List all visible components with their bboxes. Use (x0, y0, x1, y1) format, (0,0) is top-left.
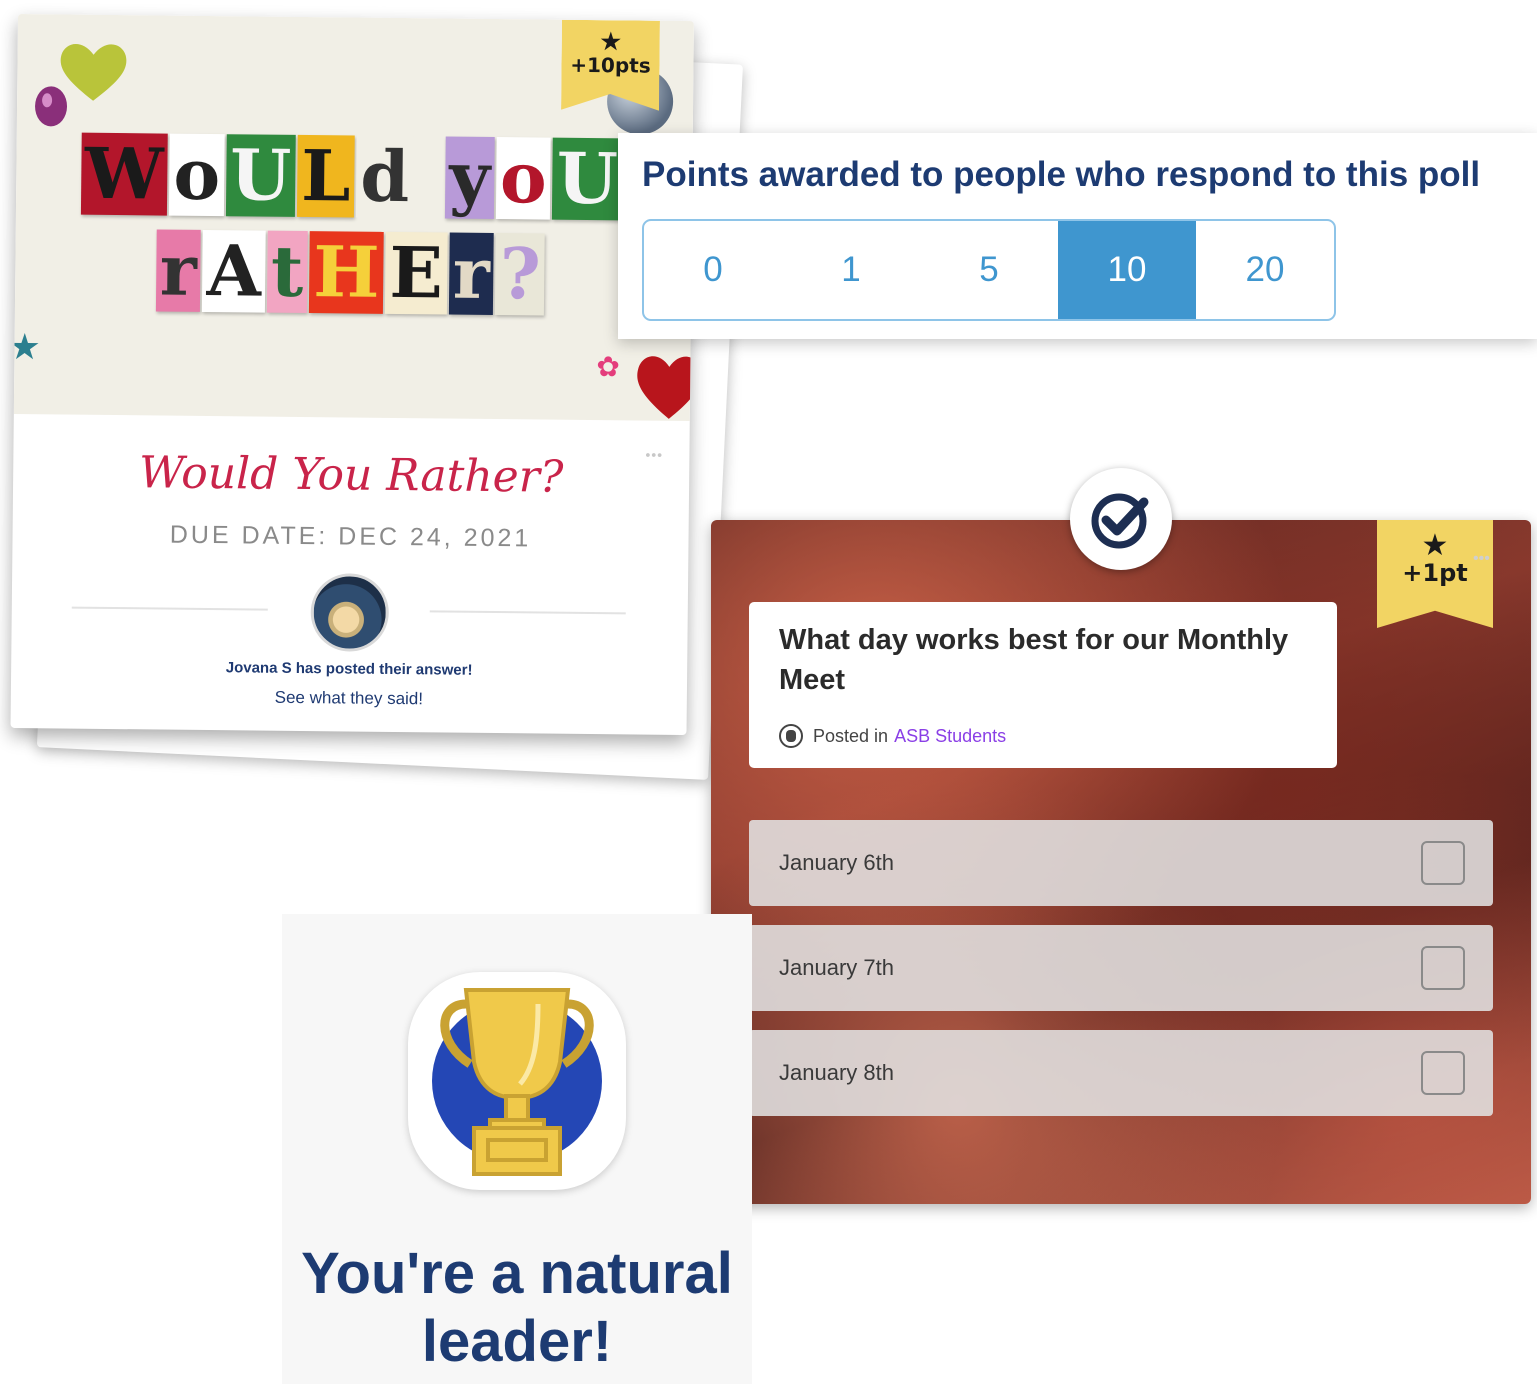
divider-left (71, 606, 268, 611)
answer-posted-text: Jovana S has posted their answer! (225, 659, 473, 679)
poll-option[interactable]: January 8th (749, 1030, 1493, 1116)
achievement-message: You're a natural leader! (301, 1241, 733, 1374)
points-segmented-control: 0 1 5 10 20 (642, 219, 1336, 321)
cut-letter: d (355, 135, 414, 219)
poll-option[interactable]: January 6th (749, 820, 1493, 906)
due-date: DUE DATE: DEC 24, 2021 (169, 520, 532, 553)
poll-option-label: January 6th (779, 850, 894, 875)
points-option-5[interactable]: 5 (920, 221, 1058, 319)
red-heart-sticker-icon (637, 356, 694, 419)
would-you-rather-card[interactable]: ✿ ★ WoULd yoU r At H Er? ★ +10pts ••• Would… (10, 14, 694, 736)
points-badge-label: +10pts (570, 52, 651, 78)
poll-option-label: January 7th (779, 955, 894, 980)
cut-letter: W (80, 132, 168, 216)
poll-check-icon (1070, 468, 1172, 570)
see-answer-link[interactable]: See what they said! (11, 685, 687, 712)
group-icon (779, 724, 803, 748)
cover-image: ✿ ★ WoULd yoU r At H Er? ★ +10pts (10, 14, 694, 422)
posted-in: Posted in ASB Students (779, 724, 1006, 748)
cut-letter: A (202, 229, 266, 313)
ransom-title: WoULd yoU r At H Er? (70, 132, 632, 331)
points-badge: ★ +1pt (1377, 520, 1493, 628)
flower-sticker-icon: ✿ (596, 351, 620, 383)
checkbox[interactable] (1421, 1051, 1465, 1095)
ransom-title-line-1: WoULd yoU (71, 132, 632, 235)
poll-question: What day works best for our Monthly Meet (779, 624, 1289, 696)
cut-letter: H (308, 230, 384, 314)
points-option-20[interactable]: 20 (1196, 221, 1334, 319)
cut-letter: L (296, 134, 355, 218)
trophy-icon (408, 972, 626, 1190)
cut-letter: U (225, 133, 296, 217)
cut-letter: E (385, 231, 448, 315)
cut-letter: ? (495, 232, 546, 316)
ransom-title-line-2: r At H Er? (70, 229, 631, 331)
points-option-10[interactable]: 10 (1058, 221, 1196, 319)
check-badge-icon (1091, 493, 1149, 549)
poll-option[interactable]: January 7th (749, 925, 1493, 1011)
trophy-icon (432, 988, 602, 1176)
poll-question-box: What day works best for our Monthly Meet… (749, 602, 1337, 768)
cut-letter: r (155, 229, 202, 312)
cut-letter: o (495, 136, 552, 220)
group-link[interactable]: ASB Students (894, 726, 1006, 747)
checkbox[interactable] (1421, 946, 1465, 990)
star-icon: ★ (598, 27, 623, 58)
would-you-rather-card-stack: ✿ ★ WoULd yoU r At H Er? ★ +10pts ••• Would… (10, 14, 744, 780)
checkbox[interactable] (1421, 841, 1465, 885)
gem-sticker-icon (35, 86, 68, 127)
cut-letter: y (444, 136, 495, 219)
points-award-panel: Points awarded to people who respond to … (618, 133, 1537, 339)
more-options-icon[interactable]: ••• (1473, 550, 1490, 568)
cut-letter: U (552, 137, 623, 221)
cut-letter: r (448, 232, 495, 315)
starfish-sticker-icon: ★ (10, 325, 42, 368)
divider-right (429, 610, 626, 615)
avatar[interactable] (310, 573, 390, 652)
poll-option-label: January 8th (779, 1060, 894, 1085)
posted-in-label: Posted in (813, 725, 889, 746)
points-option-1[interactable]: 1 (782, 221, 920, 319)
cut-letter: o (169, 133, 225, 217)
points-option-0[interactable]: 0 (644, 221, 782, 319)
achievement-card: You're a natural leader! (282, 914, 752, 1384)
cut-letter: t (266, 230, 308, 314)
card-title: Would You Rather? (138, 447, 564, 503)
points-panel-title: Points awarded to people who respond to … (642, 155, 1481, 194)
poll-card: ★ +1pt ••• What day works best for our M… (711, 520, 1531, 1204)
